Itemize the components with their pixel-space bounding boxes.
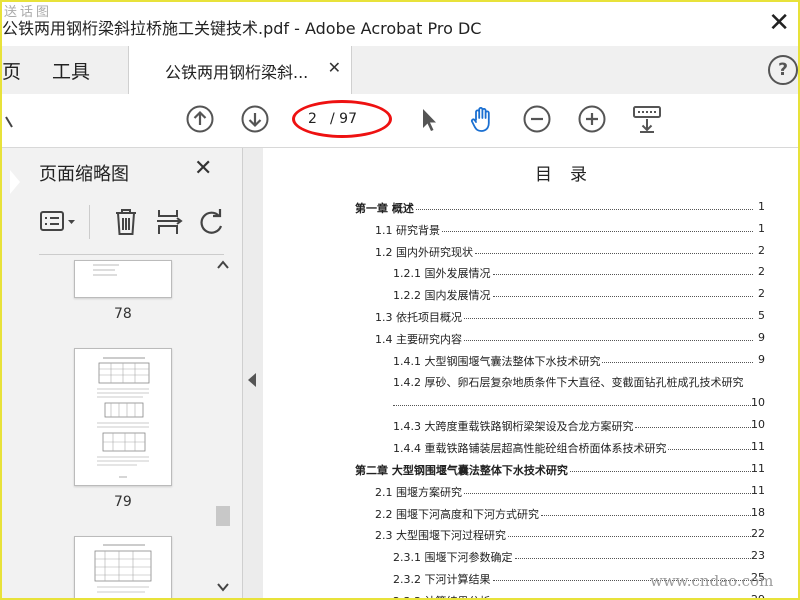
toc-page-number: 2 — [758, 265, 765, 279]
scroll-down-icon[interactable] — [217, 582, 229, 595]
help-button[interactable]: ? — [768, 55, 798, 85]
keyboard-download-icon[interactable] — [632, 104, 662, 134]
toc-entry-text: 2.3.2 下河计算结果 — [393, 573, 491, 586]
window-close-button[interactable]: ✕ — [768, 10, 790, 36]
collapse-arrow-icon[interactable] — [248, 373, 256, 387]
toc-page-number: 9 — [758, 352, 765, 366]
page-thumbnail[interactable] — [74, 536, 172, 598]
toc-leader-dots — [508, 535, 753, 538]
document-tab-close-button[interactable]: ✕ — [328, 58, 341, 77]
app-window: 送话图 公铁两用钢桁梁斜拉桥施工关键技术.pdf - Adobe Acrobat… — [0, 0, 800, 600]
delete-page-icon[interactable] — [113, 207, 139, 241]
select-cursor-icon[interactable] — [414, 104, 444, 134]
zoom-out-icon[interactable] — [522, 104, 552, 134]
toc-page-number: 1 — [758, 200, 765, 213]
toc-page-number: 18 — [751, 505, 765, 519]
options-menu-icon[interactable] — [39, 209, 79, 239]
toc-entry-text: 第二章 大型钢围堰气囊法整体下水技术研究 — [355, 464, 568, 477]
thumbnail-toolbar — [39, 203, 229, 243]
toc-page-number: 29 — [751, 592, 765, 600]
thumbnail-panel-close-button[interactable]: ✕ — [194, 156, 212, 181]
previous-page-icon[interactable] — [185, 104, 215, 134]
toc-leader-dots — [393, 404, 753, 407]
toc-leader-dots — [602, 361, 753, 363]
toc-page-number: 23 — [751, 549, 765, 563]
toc-entry-text: 1.3 依托项目概况 — [375, 311, 462, 324]
thumbnail-scrollbar[interactable] — [214, 258, 232, 598]
title-bar: 送话图 公铁两用钢桁梁斜拉桥施工关键技术.pdf - Adobe Acrobat… — [2, 2, 798, 46]
toc-page-number: 11 — [751, 440, 765, 454]
toc-page-number: 10 — [751, 418, 765, 432]
toc-page-number: 11 — [751, 462, 765, 475]
watermark-bottom: www.cndao.com — [650, 572, 774, 590]
toc-page-number: 5 — [758, 309, 765, 322]
toc-entry-text: 2.1 围堰方案研究 — [375, 485, 462, 499]
toc-page-number: 22 — [751, 527, 765, 541]
toc-page-number: 9 — [758, 330, 765, 344]
toc-entry-text: 2.3 大型围堰下河过程研究 — [375, 529, 506, 543]
toolbar: 2 / 97 — [2, 94, 798, 148]
toc-entry-text: 第一章 概述 — [355, 202, 414, 215]
toc-entry-text: 1.2.1 国外发展情况 — [393, 267, 491, 281]
thumbnail-toolbar-divider — [39, 254, 224, 255]
toc-entry-text: 1.4 主要研究内容 — [375, 332, 462, 346]
toc-entry-text: 2.3.1 围堰下河参数确定 — [393, 551, 513, 565]
thumbnail-panel: 页面缩略图 ✕ 78 79 — [2, 148, 243, 598]
hand-tool-icon[interactable] — [467, 104, 497, 134]
toc-leader-dots — [493, 273, 753, 276]
toc-leader-dots — [464, 317, 753, 319]
collapse-panel-handle[interactable] — [243, 148, 263, 598]
page-thumbnail[interactable] — [74, 260, 172, 298]
toc-entry-text: 2.3.3 计算结果分析 — [393, 593, 491, 598]
toc-page-number: 10 — [751, 396, 765, 410]
toc-leader-dots — [570, 470, 753, 472]
toc-entry-text: 1.2.2 国内发展情况 — [393, 289, 491, 303]
tab-bar: 页 工具 公铁两用钢桁梁斜... ✕ ? — [2, 46, 798, 95]
document-tab-label: 公铁两用钢桁梁斜... — [165, 63, 309, 82]
highlight-oval-annotation — [292, 100, 392, 138]
toc-page-number: 11 — [751, 483, 765, 497]
toc-leader-dots — [464, 492, 753, 494]
document-view: 目录 第一章 概述 1 1.1 研究背景 1 1.2 国内外研究现状 2 1.2.1 国外发… — [263, 148, 798, 598]
toc-leader-dots — [464, 339, 753, 341]
toc-page-number: 1 — [758, 221, 765, 235]
rotate-page-icon[interactable] — [197, 208, 225, 240]
toc-entry-text: 2.2 围堰下河高度和下河方式研究 — [375, 507, 539, 521]
scroll-up-icon[interactable] — [217, 260, 229, 273]
page-thumbnail-label: 79 — [114, 494, 132, 510]
zoom-in-icon[interactable] — [577, 104, 607, 134]
toc-entry-text: 1.4.3 大跨度重载铁路钢桁梁架设及合龙方案研究 — [393, 420, 634, 434]
toc-entry-text: 1.1 研究背景 — [375, 223, 440, 237]
page-thumbnail-label: 78 — [114, 306, 132, 322]
next-page-icon[interactable] — [240, 104, 270, 134]
toc-leader-dots — [475, 252, 753, 254]
page-thumbnail[interactable] — [74, 348, 172, 486]
toc-entry-text: 1.4.2 厚砂、卵石层复杂地质条件下大直径、变截面钻孔桩成孔技术研究 — [393, 376, 744, 390]
toc-entry-text: 1.4.1 大型钢围堰气囊法整体下水技术研究 — [393, 354, 601, 368]
tab-document[interactable]: 公铁两用钢桁梁斜... ✕ — [128, 46, 352, 94]
toc-leader-dots — [493, 295, 753, 298]
toolbar-divider — [89, 205, 90, 239]
tab-tools[interactable]: 工具 — [52, 57, 90, 84]
toc-entry-text: 1.4.4 重载铁路铺装层超高性能砼组合桥面体系技术研究 — [393, 442, 667, 456]
panel-pointer — [10, 170, 20, 194]
scrollbar-thumb[interactable] — [216, 506, 230, 526]
window-title: 公铁两用钢桁梁斜拉桥施工关键技术.pdf - Adobe Acrobat Pro… — [2, 19, 482, 38]
toc-page-number: 2 — [758, 287, 765, 301]
toc-leader-dots — [416, 208, 753, 210]
extract-pages-icon[interactable] — [155, 207, 183, 241]
tab-home[interactable]: 页 — [2, 57, 21, 84]
document-heading: 目录 — [535, 165, 605, 185]
toc-leader-dots — [541, 514, 753, 516]
toc-page-number: 2 — [758, 243, 765, 257]
toc-entry-text: 1.2 国内外研究现状 — [375, 245, 473, 259]
toolbar-overflow-icon[interactable] — [4, 114, 14, 133]
toc-leader-dots — [442, 230, 753, 232]
toc-leader-dots — [515, 557, 753, 560]
thumbnail-panel-title: 页面缩略图 — [39, 164, 129, 185]
